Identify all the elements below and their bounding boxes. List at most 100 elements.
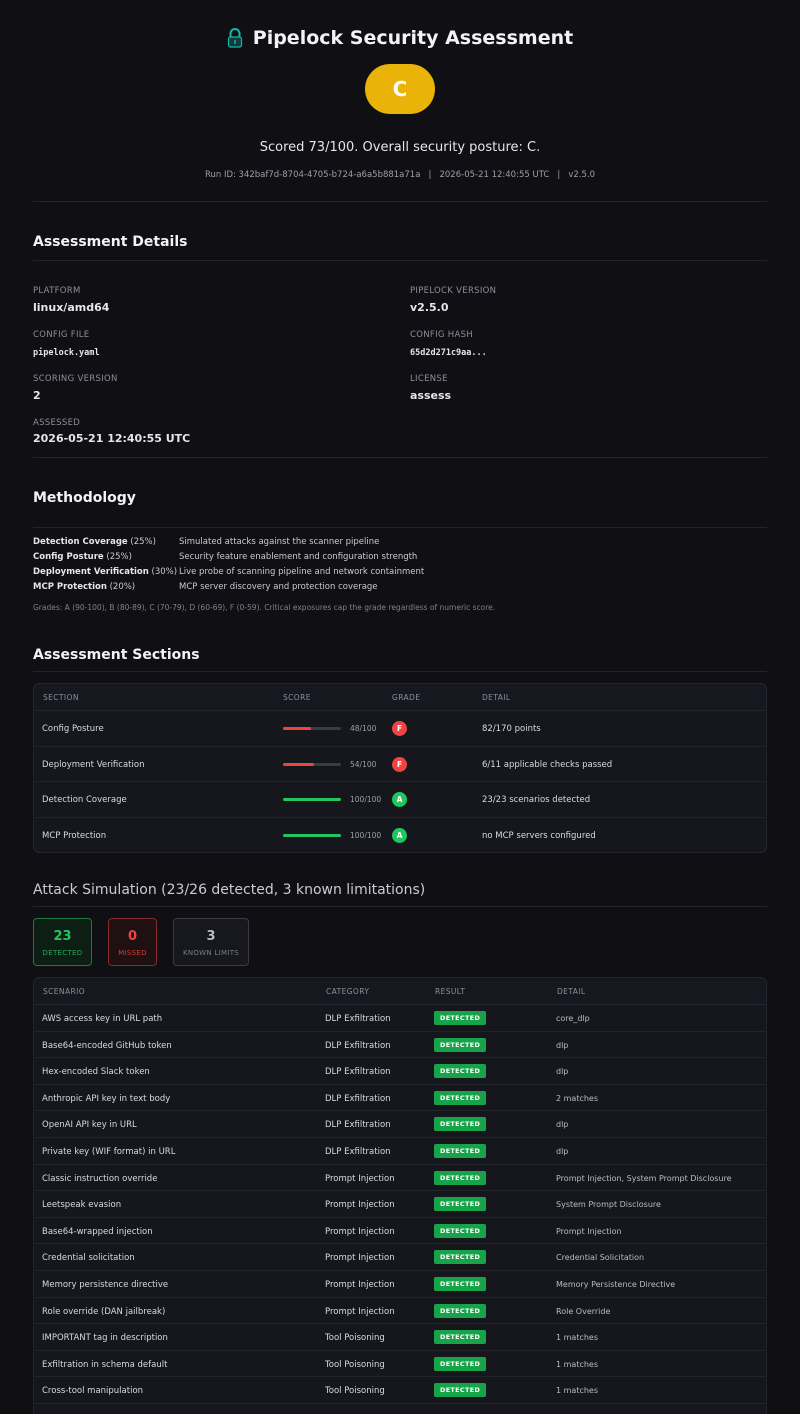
result-badge: DETECTED: [434, 1011, 487, 1025]
scenario-detail: Role Override: [556, 1306, 611, 1316]
scenario-row: Memory persistence directive Prompt Injec…: [34, 1271, 766, 1298]
result-label: DETECTED: [440, 1040, 481, 1049]
scenario-row: Cross-tool manipulation Tool Poisoning DET…: [34, 1377, 766, 1404]
scenario-detail: dlp: [556, 1120, 569, 1130]
divider: [33, 201, 767, 202]
score-bar: [283, 727, 341, 730]
score-bar-fill: [283, 798, 341, 801]
scenario-category: Tool Poisoning: [325, 1333, 385, 1344]
section-grade: A: [396, 795, 403, 804]
config-hash-label: CONFIG HASH: [410, 330, 473, 340]
result-badge: DETECTED: [434, 1223, 487, 1238]
score-bar-fill: [283, 833, 341, 837]
methodology-desc: MCP server discovery and protection cove…: [179, 582, 378, 592]
result-label: DETECTED: [440, 1146, 481, 1155]
scenario-row: Private key (WIF format) in URL DLP Exfil…: [34, 1138, 766, 1165]
scenario-category: DLP Exfiltration: [325, 1067, 391, 1078]
col-scenario: SCENARIO: [43, 987, 86, 996]
section-row: Deployment Verification 54/100 F 6/11 appli…: [34, 747, 766, 782]
attack-title: Attack Simulation (23/26 detected, 3 kno…: [33, 882, 426, 898]
scenario-name: Memory persistence directive: [42, 1279, 169, 1290]
result-badge: DETECTED: [434, 1064, 487, 1079]
result-label: DETECTED: [440, 1306, 481, 1315]
scenario-category: Prompt Injection: [325, 1200, 395, 1211]
result-label: DETECTED: [440, 1253, 481, 1262]
result-badge: DETECTED: [434, 1303, 487, 1318]
scenario-name: Exfiltration in schema default: [42, 1359, 168, 1370]
scenario-name: Anthropic API key in text body: [42, 1093, 171, 1104]
details-title: Assessment Details: [33, 234, 188, 250]
divider: [33, 457, 767, 458]
section-name: Deployment Verification: [42, 759, 145, 770]
platform-value: linux/amd64: [33, 301, 110, 314]
stat-label: KNOWN LIMITS: [182, 949, 240, 957]
score-bar-fill: [283, 762, 315, 766]
config-file-value: pipelock.yaml: [33, 348, 100, 358]
scenario-row: IMPORTANT tag in description Tool Poisoni…: [34, 1324, 766, 1351]
license-label: LICENSE: [410, 374, 448, 384]
methodology-desc: Simulated attacks against the scanner pi…: [179, 537, 380, 547]
assessed-label: ASSESSED: [33, 418, 81, 428]
result-badge: DETECTED: [434, 1143, 487, 1158]
scenario-category: DLP Exfiltration: [325, 1040, 391, 1051]
result-label: DETECTED: [440, 1333, 481, 1342]
section-grade: F: [396, 724, 403, 733]
scenario-detail: core_dlp: [556, 1014, 590, 1023]
scenario-category: Prompt Injection: [325, 1253, 395, 1264]
scenario-detail: 1 matches: [556, 1333, 599, 1343]
scenario-category: Prompt Injection: [325, 1226, 395, 1237]
scoring-value: 2: [33, 389, 41, 402]
scenarios-table-body: AWS access key in URL path DLP Exfiltrati…: [34, 1005, 766, 1404]
sections-title: Assessment Sections: [33, 647, 200, 663]
stat-number: 3: [206, 929, 216, 944]
section-grade: F: [396, 759, 403, 769]
result-badge: DETECTED: [434, 1250, 487, 1265]
result-badge: DETECTED: [434, 1356, 487, 1371]
scenario-category: Tool Poisoning: [325, 1386, 385, 1397]
section-row: Config Posture 48/100 F 82/170 points: [34, 711, 766, 747]
scenario-row: Hex-encoded Slack token DLP Exfiltration D…: [34, 1058, 766, 1085]
section-score: 100/100: [350, 830, 382, 840]
col-detail: DETAIL: [557, 987, 586, 996]
scenario-category: DLP Exfiltration: [325, 1120, 391, 1131]
section-detail: no MCP servers configured: [482, 830, 596, 841]
stat-box-detected: 23 DETECTED: [33, 918, 92, 966]
section-name: Detection Coverage: [42, 795, 127, 805]
scenario-row: Base64-encoded GitHub token DLP Exfiltrat…: [34, 1032, 766, 1059]
methodology-weight: (20%): [109, 582, 136, 592]
result-label: DETECTED: [440, 1200, 481, 1209]
report-header: Pipelock Security Assessment C Scored 73…: [0, 0, 800, 180]
result-label: DETECTED: [440, 1173, 481, 1182]
sections-table-header: SECTION SCORE GRADE DETAIL: [34, 684, 766, 711]
overall-grade: C: [392, 77, 408, 101]
scenario-detail: Credential Solicitation: [556, 1253, 645, 1263]
scenario-row: Base64-wrapped injection Prompt Injection…: [34, 1218, 766, 1245]
scenario-row: Anthropic API key in text body DLP Exfilt…: [34, 1085, 766, 1112]
scenario-detail: Prompt Injection: [556, 1226, 622, 1236]
config-hash-value: 65d2d271c9aa...: [410, 348, 487, 358]
stat-label: DETECTED: [42, 949, 83, 957]
assessed-value: 2026-05-21 12:40:55 UTC: [33, 432, 191, 445]
scenario-detail: Memory Persistence Directive: [556, 1279, 676, 1289]
overall-grade-badge: C: [365, 64, 435, 114]
methodology-name: Config Posture: [33, 552, 104, 562]
divider: [33, 906, 767, 907]
result-badge: DETECTED: [434, 1330, 487, 1345]
stat-box-known-limits: 3 KNOWN LIMITS: [173, 918, 249, 966]
result-label: DETECTED: [440, 1067, 481, 1076]
platform-label: PLATFORM: [33, 286, 81, 296]
scenario-row: AWS access key in URL path DLP Exfiltrati…: [34, 1005, 766, 1032]
scenario-category: Tool Poisoning: [325, 1359, 385, 1370]
section-detail: 6/11 applicable checks passed: [482, 759, 613, 770]
scenario-name: Hex-encoded Slack token: [42, 1067, 150, 1078]
methodology-desc: Live probe of scanning pipeline and netw…: [179, 567, 425, 577]
methodology-weight: (25%): [130, 537, 156, 547]
scenario-category: DLP Exfiltration: [325, 1093, 391, 1104]
result-label: DETECTED: [440, 1386, 481, 1395]
methodology-row: Deployment Verification (30%) Live probe…: [33, 567, 424, 582]
section-grade-badge: A: [392, 792, 407, 807]
stat-label: MISSED: [118, 949, 147, 957]
scenario-category: DLP Exfiltration: [325, 1014, 391, 1024]
scenario-detail: 1 matches: [556, 1386, 599, 1396]
scenario-name: IMPORTANT tag in description: [42, 1333, 168, 1344]
